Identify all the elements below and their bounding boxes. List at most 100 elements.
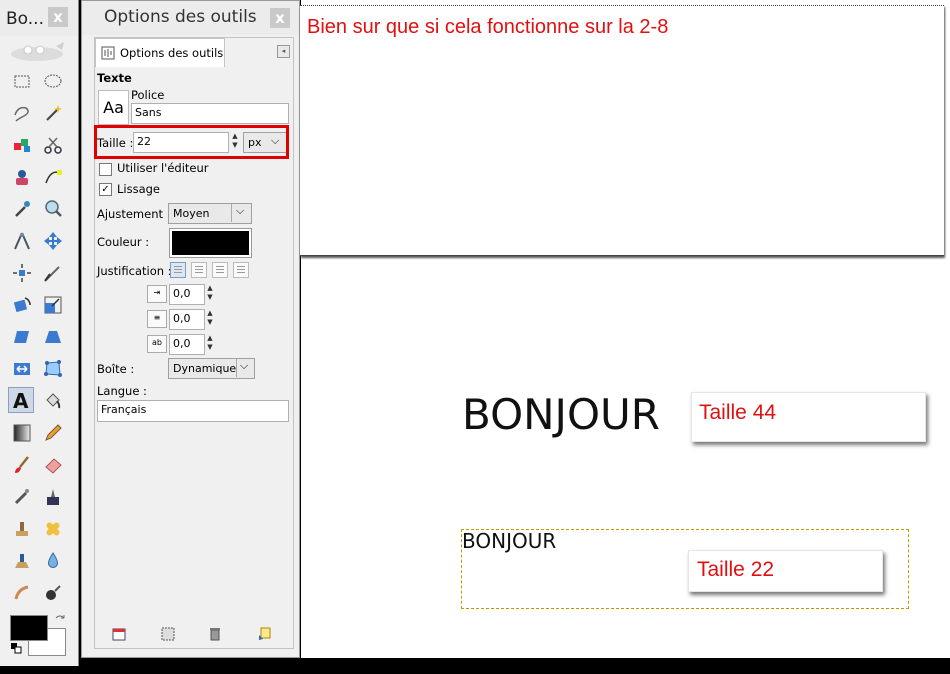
hinting-value: Moyen [173,207,210,220]
restore-options-icon[interactable] [161,627,175,641]
size-highlight-box [94,125,289,159]
justify-left-icon[interactable] [170,262,186,278]
clone-icon[interactable] [9,516,35,542]
toolbox-titlebar[interactable]: Bo... x [0,0,78,36]
tool-options-title: Options des outils [104,7,257,27]
font-preview-button[interactable]: Aa [98,90,129,125]
heal-icon[interactable] [40,516,66,542]
box-select[interactable]: Dynamique ⌵ [168,358,255,379]
language-label: Langue : [97,384,147,398]
scissors-icon[interactable] [40,132,66,158]
bucket-fill-icon[interactable] [40,388,66,414]
color-picker-icon[interactable] [9,196,35,222]
move-icon[interactable] [40,228,66,254]
tool-options-titlebar[interactable]: Options des outils x [82,1,299,35]
rotate-icon[interactable] [9,292,35,318]
airbrush-icon[interactable] [9,484,35,510]
delete-options-icon[interactable] [208,627,222,641]
justify-right-icon[interactable] [191,262,207,278]
antialias-checkbox[interactable]: ✓ [99,183,112,196]
text-color-button[interactable] [169,228,252,258]
tool-options-close-button[interactable]: x [270,8,290,28]
line-spacing-spinner[interactable]: ▲ ▼ [206,309,214,329]
hinting-select[interactable]: Moyen ⌵ [168,203,252,224]
crop-icon[interactable] [40,260,66,286]
note-text: Bien sur que si cela fonctionne sur la 2… [307,16,669,38]
indent-spinner[interactable]: ▲ ▼ [206,284,214,304]
svg-text:A: A [13,389,29,411]
smudge-icon[interactable] [9,580,35,606]
tool-options-window: Options des outils x Options des outils … [81,0,300,658]
perspective-icon[interactable] [40,324,66,350]
flip-icon[interactable] [9,356,35,382]
color-label: Couleur : [97,235,150,249]
justify-label: Justification : [97,264,172,278]
line-spacing-input[interactable]: 0,0 [169,309,205,330]
antialias-label: Lissage [117,182,161,196]
chevron-down-icon: ⌵ [231,204,248,222]
indent-icon: ⇥ [147,285,167,303]
paintbrush-icon[interactable] [9,452,35,478]
letter-spacing-input[interactable]: 0,0 [169,334,205,355]
hinting-label: Ajustement : [97,207,171,221]
blur-icon[interactable] [40,548,66,574]
box-label: Boîte : [97,362,135,376]
justify-center-icon[interactable] [212,262,228,278]
text-layer-small[interactable]: BONJOUR [462,529,556,553]
box-value: Dynamique [173,362,237,375]
font-label: Police [131,88,165,102]
size-label-large: Taille 44 [699,401,777,424]
text-layer-large[interactable]: BONJOUR [462,390,660,439]
fuzzy-select-icon[interactable] [40,100,66,126]
swap-colors-icon[interactable] [54,614,66,626]
chevron-down-icon: ⌵ [236,359,251,377]
ruler-strip [300,5,944,8]
size-label-large-box: Taille 44 [691,392,926,442]
tab-tool-options[interactable]: Options des outils [95,38,225,67]
language-input[interactable]: Français [97,400,289,422]
ink-icon[interactable] [40,484,66,510]
dodge-burn-icon[interactable] [40,580,66,606]
toolbox-window: Bo... x A [0,0,79,666]
zoom-icon[interactable] [40,196,66,222]
toolbox-title: Bo... [6,9,44,29]
eraser-icon[interactable] [40,452,66,478]
shear-icon[interactable] [9,324,35,350]
reset-options-icon[interactable] [257,627,271,641]
pencil-icon[interactable] [40,420,66,446]
color-select-icon[interactable] [9,132,35,158]
save-options-icon[interactable] [112,627,126,641]
free-select-icon[interactable] [9,100,35,126]
text-tool-icon[interactable]: A [8,387,34,413]
letter-spacing-icon: ab [147,335,167,353]
size-label-small-box: Taille 22 [688,550,883,592]
foreground-select-icon[interactable] [9,164,35,190]
reset-colors-icon[interactable] [10,642,22,654]
tool-options-tab-icon [101,46,115,60]
measure-icon[interactable] [9,228,35,254]
tab-label: Options des outils [120,46,224,60]
use-editor-checkbox[interactable] [99,163,112,176]
blend-icon[interactable] [9,420,35,446]
letter-spacing-spinner[interactable]: ▲ ▼ [206,334,214,354]
note-overlay: Bien sur que si cela fonctionne sur la 2… [300,5,944,256]
line-spacing-icon: ≡ [147,310,167,328]
text-color-swatch [172,231,249,255]
justify-fill-icon[interactable] [233,262,249,278]
scale-icon[interactable] [40,292,66,318]
configure-tab-button[interactable]: ◂ [277,45,290,58]
toolbox-close-button[interactable]: x [48,7,68,27]
indent-input[interactable]: 0,0 [169,284,205,305]
ellipse-select-icon[interactable] [40,68,66,94]
align-icon[interactable] [9,260,35,286]
use-editor-label: Utiliser l'éditeur [117,161,209,175]
wilber-logo-icon [11,42,64,61]
foreground-color-swatch[interactable] [10,615,48,641]
rect-select-icon[interactable] [9,68,35,94]
perspective-clone-icon[interactable] [9,548,35,574]
paths-icon[interactable] [40,164,66,190]
section-title: Texte [97,71,132,85]
font-input[interactable]: Sans [131,103,289,124]
cage-icon[interactable] [40,356,66,382]
size-label-small: Taille 22 [697,558,775,581]
